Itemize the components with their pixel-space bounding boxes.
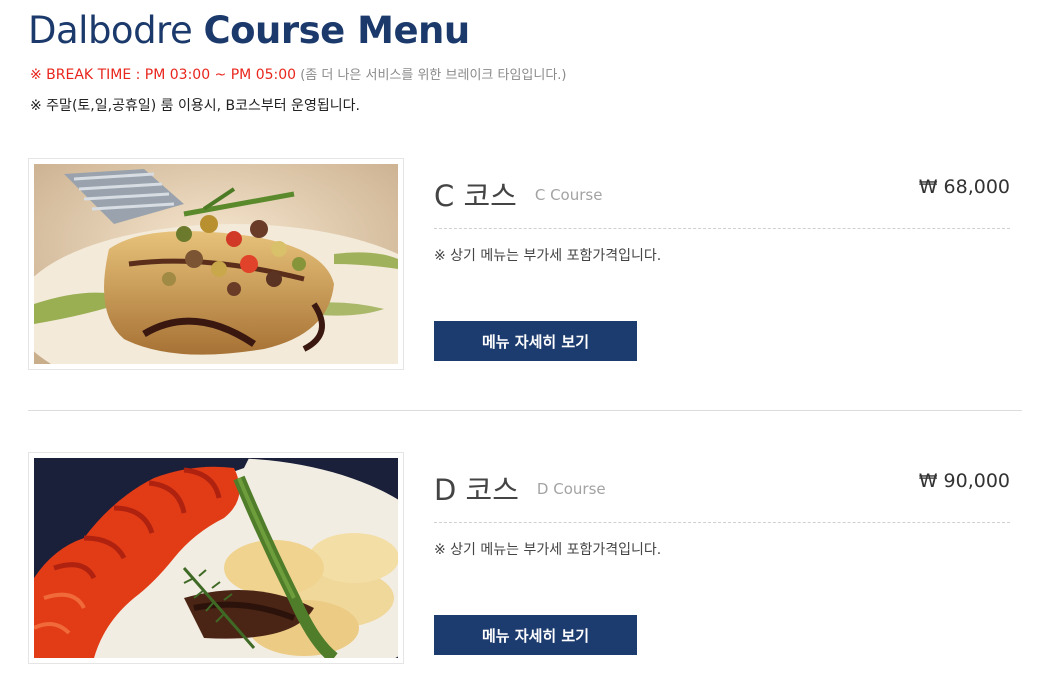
page-title-bold: Course Menu xyxy=(203,9,470,52)
course-c-card: C 코스 C Course ₩ 68,000 ※ 상기 메뉴는 부가세 포함가격입… xyxy=(0,158,1038,378)
page-title: Dalbodre Course Menu xyxy=(28,8,470,54)
course-d-food-photo[interactable] xyxy=(34,458,398,658)
course-d-name-ko: D 코스 xyxy=(434,473,519,507)
course-c-dashed-divider xyxy=(434,228,1010,229)
course-c-price: ₩ 68,000 xyxy=(918,176,1010,198)
page-title-light: Dalbodre xyxy=(28,9,204,52)
course-c-photo-frame xyxy=(28,158,404,370)
course-c-detail-button[interactable]: 메뉴 자세히 보기 xyxy=(434,321,637,361)
course-d-title: D 코스 D Course xyxy=(434,472,606,510)
course-d-price: ₩ 90,000 xyxy=(918,470,1010,492)
course-divider xyxy=(28,410,1022,411)
course-c-name-en: C Course xyxy=(534,186,603,204)
break-time-text: ※ BREAK TIME : PM 03:00 ~ PM 05:00 xyxy=(30,67,297,83)
course-c-name-ko: C 코스 xyxy=(434,179,517,213)
course-d-name-en: D Course xyxy=(536,480,606,498)
course-d-card: D 코스 D Course ₩ 90,000 ※ 상기 메뉴는 부가세 포함가격입… xyxy=(0,452,1038,672)
course-d-vat-note: ※ 상기 메뉴는 부가세 포함가격입니다. xyxy=(434,542,662,558)
break-time-notice: ※ BREAK TIME : PM 03:00 ~ PM 05:00 (좀 더 … xyxy=(30,65,567,86)
course-d-dashed-divider xyxy=(434,522,1010,523)
course-d-detail-button[interactable]: 메뉴 자세히 보기 xyxy=(434,615,637,655)
course-c-food-photo[interactable] xyxy=(34,164,398,364)
course-d-photo-frame xyxy=(28,452,404,664)
break-time-subtext: (좀 더 나은 서비스를 위한 브레이크 타임입니다.) xyxy=(296,68,567,83)
course-c-title: C 코스 C Course xyxy=(434,178,602,216)
course-c-vat-note: ※ 상기 메뉴는 부가세 포함가격입니다. xyxy=(434,248,662,264)
weekend-notice: ※ 주말(토,일,공휴일) 룸 이용시, B코스부터 운영됩니다. xyxy=(30,98,360,114)
